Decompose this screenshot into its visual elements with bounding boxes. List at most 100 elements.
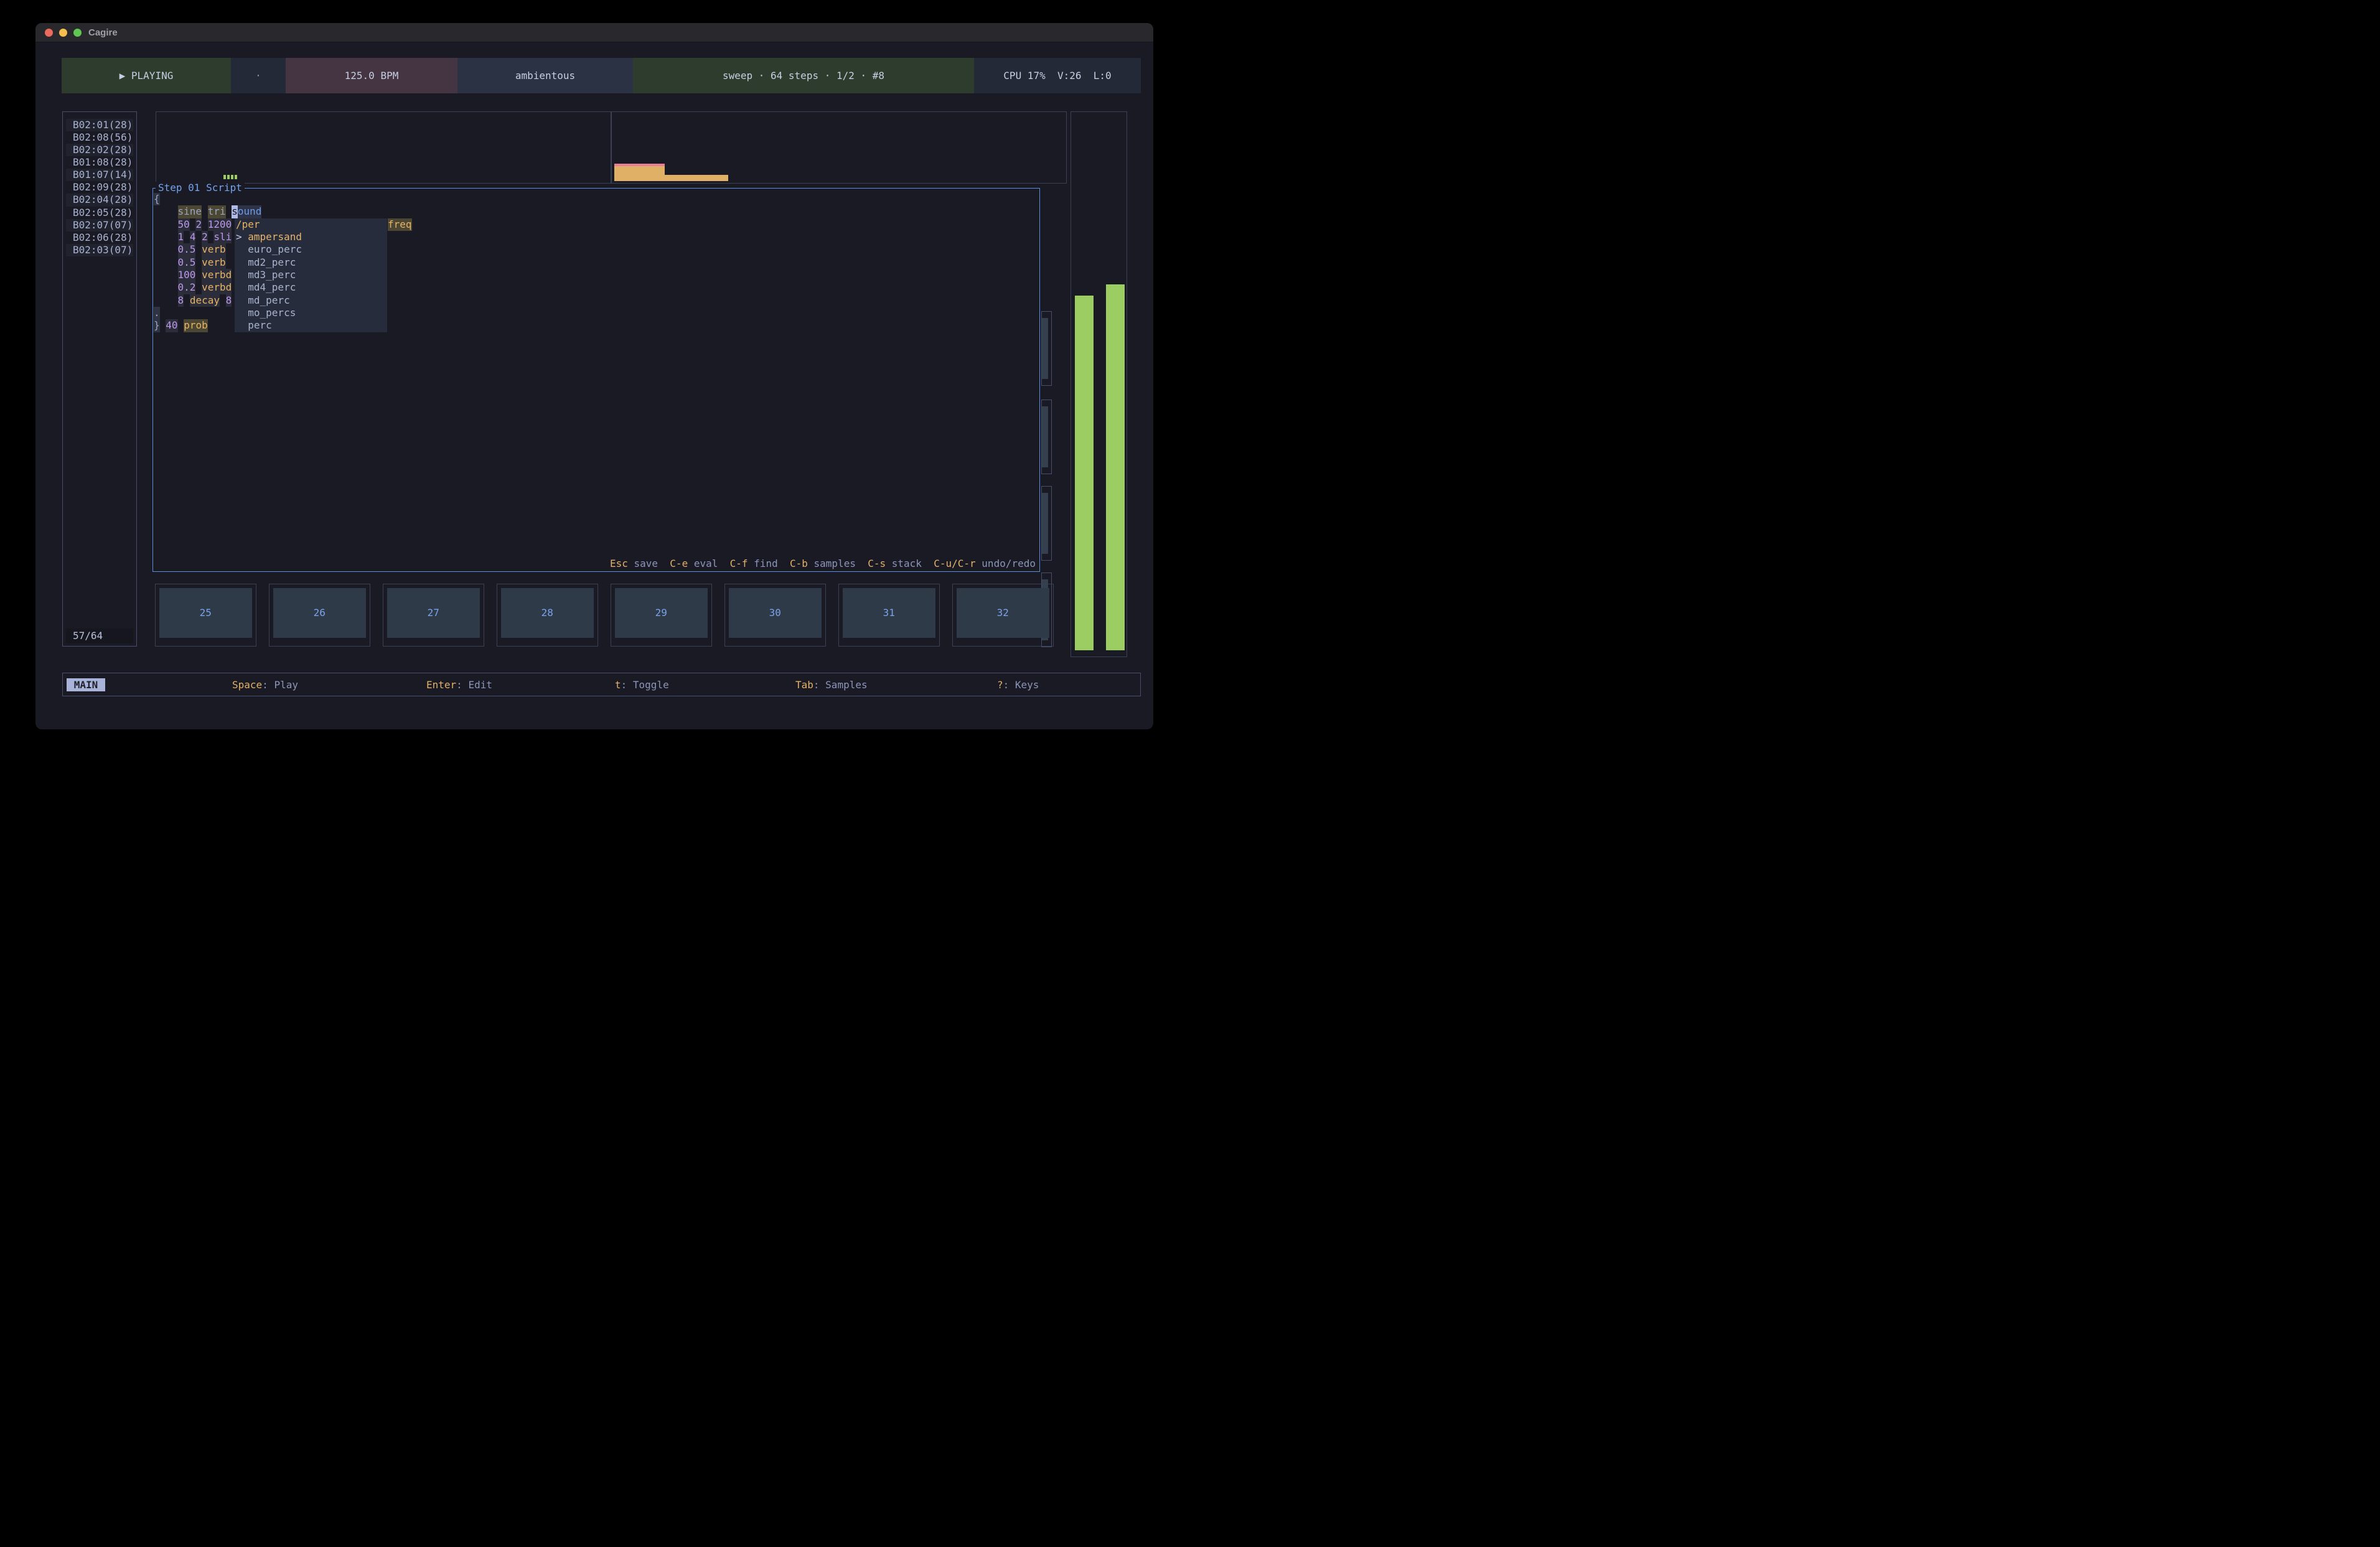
waveform-panel [611,111,1067,184]
step-counter: 57/64 [66,629,133,643]
step-cell[interactable]: 29 [611,584,712,647]
list-item[interactable]: B02:03(07) [66,244,133,256]
step-cell[interactable]: 27 [383,584,484,647]
editor-key-hints: Esc save C-e eval C-f find C-b samples C… [610,558,1036,570]
hint-action: : Edit [456,679,492,691]
hint-action: samples [814,558,856,569]
hint-key: t [615,679,621,691]
step-number: 32 [957,588,1049,638]
trigger-dots [223,175,237,179]
list-item[interactable]: B02:07(07) [66,219,133,231]
popup-item[interactable]: mo_percs [235,307,387,319]
step-cell[interactable]: 30 [724,584,826,647]
trigger-dot [223,175,226,179]
code-token: sine [178,205,202,218]
code-token: verbd [202,269,232,281]
script-editor[interactable]: Step 01 Script { sine tri sound 50 2 120… [152,188,1040,572]
step-cell[interactable]: 28 [497,584,598,647]
status-bar: ▶ PLAYING · 125.0 BPM ambientous sweep ·… [62,58,1141,93]
list-item[interactable]: B02:05(28) [66,207,133,219]
completion-list: > ampersand euro_perc md2_perc md3_perc … [235,231,387,332]
popup-item[interactable]: md3_perc [235,269,387,281]
list-item[interactable]: B02:02(28) [66,144,133,156]
code-token: verb [202,243,226,256]
list-item[interactable]: B02:08(56) [66,131,133,144]
key-hint: Tab: Samples [795,678,868,691]
app-window: Cagire ▶ PLAYING · 125.0 BPM ambientous … [35,23,1153,729]
hint-key: Enter [426,679,456,691]
code-token: 50 [178,218,190,231]
step-cell[interactable]: 25 [155,584,256,647]
list-item[interactable]: B01:08(28) [66,156,133,169]
step-number: 25 [159,588,252,638]
hint-action: : Samples [813,679,868,691]
step-cell[interactable]: 26 [269,584,370,647]
code-token [208,231,214,243]
popup-item[interactable]: md4_perc [235,281,387,294]
list-item[interactable]: B01:07(14) [66,169,133,181]
mode-badge: MAIN [67,678,105,691]
title-bar: Cagire [35,23,1153,42]
sample-slot-meter [1041,486,1052,561]
code-token [154,231,178,243]
hint-key: Space [232,679,262,691]
code-token [154,281,178,294]
hint-key: Tab [795,679,813,691]
popup-item[interactable]: > ampersand [235,231,387,243]
buffer-list: B02:01(28)B02:08(56)B02:02(28)B01:08(28)… [62,111,137,647]
popup-item[interactable]: md2_perc [235,256,387,269]
code-token [154,269,178,281]
step-number: 28 [501,588,594,638]
code-token: } [154,319,160,332]
hint-key: C-u/C-r [934,558,975,569]
list-item[interactable]: B02:06(28) [66,231,133,244]
key-hint: t: Toggle [615,678,669,691]
scene-name: ambientous [457,58,633,93]
system-stats: CPU 17% V:26 L:0 [974,58,1141,93]
step-cell[interactable]: 31 [838,584,940,647]
selection-marker-icon: > [236,231,242,243]
list-item[interactable]: B02:04(28) [66,194,133,206]
hint-key: ? [997,679,1003,691]
key-hint: Space: Play [232,678,298,691]
zoom-button[interactable] [73,29,82,37]
hint-key: C-b [790,558,808,569]
code-token [202,205,208,218]
hint-key: C-s [868,558,886,569]
code-token: tri [208,205,226,218]
step-cell[interactable]: 32 [952,584,1054,647]
code-token: { [154,193,160,205]
code-token: 8 [226,294,232,307]
code-token [220,294,226,307]
code-token: . [154,307,160,319]
close-button[interactable] [45,29,53,37]
code-token [195,256,202,269]
code-token: 4 [190,231,196,243]
code-line: { [154,193,1039,205]
popup-item[interactable]: md_perc [235,294,387,307]
popup-item[interactable]: perc [235,319,387,332]
code-token: verbd [202,281,232,294]
list-item[interactable]: B02:09(28) [66,181,133,194]
minimize-button[interactable] [59,29,67,37]
key-hint: Enter: Edit [426,678,492,691]
hint-action: : Toggle [621,679,669,691]
code-token: decay [190,294,220,307]
trigger-dot [227,175,230,179]
pattern-info: sweep · 64 steps · 1/2 · #8 [633,58,974,93]
code-token [160,319,166,332]
transport-status: ▶ PLAYING [62,58,231,93]
code-token: 2 [202,231,208,243]
window-title: Cagire [88,27,118,38]
trigger-dot [235,175,237,179]
code-token [154,218,178,231]
popup-item[interactable]: euro_perc [235,243,387,256]
step-number: 31 [843,588,935,638]
list-item[interactable]: B02:01(28) [66,119,133,131]
key-hint: ?: Keys [997,678,1039,691]
code-token [195,281,202,294]
code-token: 2 [195,218,202,231]
sample-slot-meter [1041,311,1052,386]
code-token: 0.5 [178,243,196,256]
code-token: freq [388,218,412,231]
